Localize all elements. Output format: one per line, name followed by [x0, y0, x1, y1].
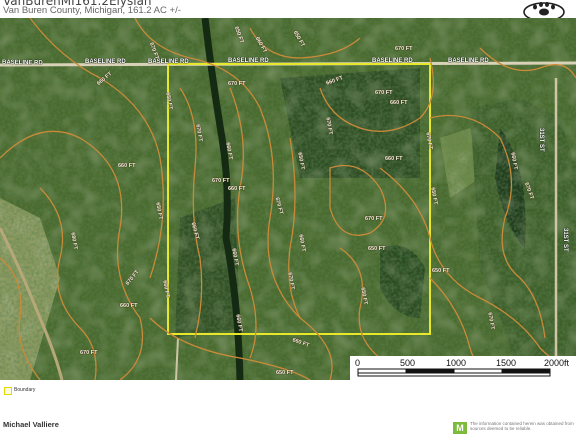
contour-label: 650 FT — [432, 268, 450, 274]
contour-label: 660 FT — [228, 186, 246, 192]
legend-boundary-label: Boundary — [14, 387, 36, 393]
scale-tick-label: 0 — [355, 358, 361, 368]
agent-name: Michael Valliere — [3, 420, 59, 429]
aerial-map[interactable]: BASELINE RD BASELINE RD BASELINE RD BASE… — [0, 18, 576, 380]
map-subtitle: Van Buren County, Michigan, 161.2 AC +/- — [3, 5, 181, 16]
paw-print-icon — [523, 2, 565, 18]
contour-label: 660 FT — [120, 303, 138, 309]
scale-tick-label: 500 — [400, 358, 416, 368]
contour-label: 670 FT — [395, 46, 413, 52]
road-label: 31ST ST — [562, 228, 568, 252]
brand-badge-icon: M — [453, 422, 467, 434]
road-label: BASELINE RD — [85, 59, 126, 65]
scale-bar: 0 500 1000 1500 2000ft — [350, 356, 576, 380]
contour-label: 670 FT — [228, 81, 246, 87]
boundary-swatch-icon — [4, 387, 12, 395]
disclaimer-text: The information contained herein was obt… — [470, 421, 574, 431]
scale-tick-label: 2000ft — [544, 358, 570, 368]
contour-label: 660 FT — [385, 156, 403, 162]
map-header: VanBurenMI161.2Elysian Van Buren County,… — [0, 0, 576, 18]
contour-label: 670 FT — [212, 178, 230, 184]
contour-label: 650 FT — [276, 370, 294, 376]
contour-label: 670 FT — [375, 90, 393, 96]
contour-label: 650 FT — [368, 246, 386, 252]
road-label: BASELINE RD — [372, 58, 413, 64]
scale-tick-label: 1500 — [496, 358, 517, 368]
contour-label: 660 FT — [390, 100, 408, 106]
scale-tick-label: 1000 — [446, 358, 467, 368]
road-label: 31ST ST — [538, 128, 544, 152]
map-footer: Boundary Michael Valliere M The informat… — [0, 380, 576, 434]
road-label: BASELINE RD — [228, 58, 269, 64]
road-label: BASELINE RD — [1, 59, 43, 67]
road-label: BASELINE RD — [448, 58, 489, 64]
contour-label: 660 FT — [118, 163, 136, 169]
contour-label: 670 FT — [365, 216, 383, 222]
contour-label: 670 FT — [80, 350, 98, 356]
